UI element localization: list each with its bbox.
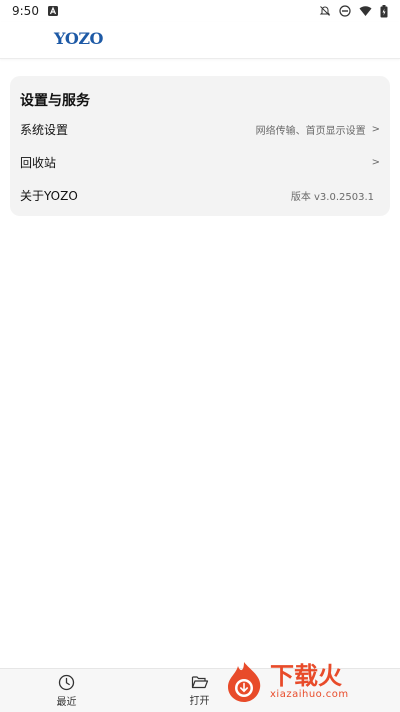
clock-icon: [58, 674, 75, 691]
watermark-url: xiazaihuo.com: [270, 689, 349, 700]
status-bar: 9:50: [0, 0, 400, 22]
row-system-settings[interactable]: 系统设置 网络传输、首页显示设置 >: [10, 114, 390, 144]
row-recycle-bin[interactable]: 回收站 >: [10, 147, 390, 177]
yozo-logo: YOZO: [54, 29, 103, 48]
watermark-title: 下载火: [270, 662, 342, 690]
tab-label: 最近: [56, 696, 77, 708]
row-right: 网络传输、首页显示设置 >: [256, 122, 380, 137]
chevron-right-icon: >: [371, 156, 380, 168]
dnd-icon: [339, 5, 351, 17]
row-label: 关于YOZO: [20, 188, 78, 203]
folder-open-icon: [191, 674, 209, 690]
tab-recent[interactable]: 最近: [0, 669, 133, 712]
wifi-icon: [359, 5, 372, 17]
row-value: 网络传输、首页显示设置: [255, 125, 366, 137]
chevron-right-icon: >: [371, 123, 380, 135]
flame-logo-icon: [222, 660, 266, 704]
row-right: >: [366, 157, 380, 168]
row-right: 版本 v3.0.2503.1: [291, 188, 380, 203]
status-time: 9:50: [12, 4, 39, 18]
row-label: 回收站: [20, 155, 57, 170]
battery-icon: [380, 4, 388, 18]
status-right: [319, 4, 388, 18]
row-label: 系统设置: [20, 122, 69, 137]
tab-label: 打开: [189, 696, 210, 707]
app-header: YOZO: [0, 22, 400, 59]
settings-title: 设置与服务: [20, 93, 90, 109]
settings-card: 设置与服务 系统设置 网络传输、首页显示设置 > 回收站 > 关于YOZO 版本…: [10, 76, 390, 216]
watermark-text: 下载火 xiazaihuo.com: [270, 663, 349, 701]
watermark: 下载火 xiazaihuo.com: [222, 657, 392, 707]
version-text: 版本 v3.0.2503.1: [290, 191, 374, 203]
app-icon: [47, 5, 59, 17]
status-left: 9:50: [12, 4, 59, 18]
row-about-yozo[interactable]: 关于YOZO 版本 v3.0.2503.1: [10, 180, 390, 210]
bell-off-icon: [319, 5, 331, 17]
